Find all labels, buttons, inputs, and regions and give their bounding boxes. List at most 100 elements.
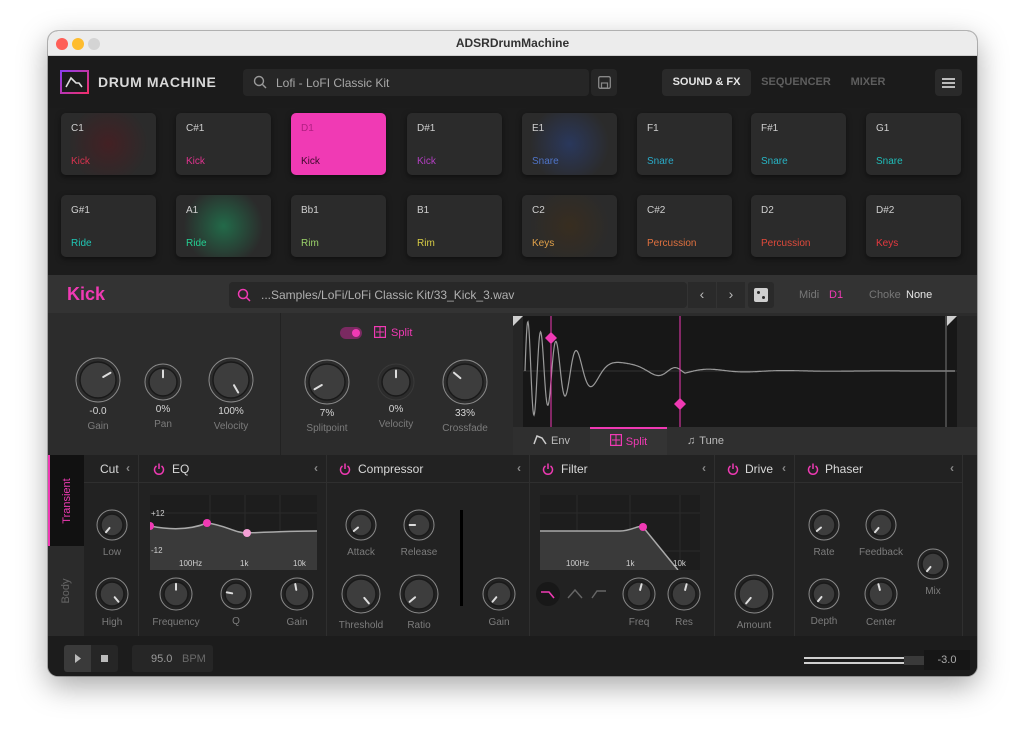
knob-compressor-attack[interactable]: Attack [344, 508, 378, 558]
knob-dial [144, 363, 182, 401]
drum-pad[interactable]: E1 Snare [522, 113, 617, 175]
collapse-chevron-icon[interactable]: ‹ [126, 461, 130, 475]
knob-phaser-depth[interactable]: Depth [807, 577, 841, 627]
filter-title: Filter [561, 462, 588, 476]
drum-pad[interactable]: F#1 Snare [751, 113, 846, 175]
choke-value[interactable]: None [906, 289, 932, 301]
knob-filter-res[interactable]: Res [666, 576, 702, 628]
tab-mixer[interactable]: MIXER [843, 69, 893, 96]
knob-split-crossfade[interactable]: 33% Crossfade [441, 358, 489, 434]
hamburger-icon-line [942, 86, 955, 88]
drum-pad[interactable]: D1 Kick [291, 113, 386, 175]
meter-bar-left [804, 657, 916, 659]
tab-sound-fx[interactable]: SOUND & FX [662, 69, 751, 96]
output-level-value[interactable]: -3.0 [924, 650, 970, 670]
knob-eq-frequency[interactable]: Frequency [152, 576, 200, 628]
lowpass-button[interactable] [536, 582, 560, 606]
play-button[interactable] [64, 645, 91, 672]
pad-note: D#2 [876, 205, 895, 216]
knob-cut-low[interactable]: Low [95, 508, 129, 558]
bpm-field[interactable]: 95.0 BPM [132, 645, 213, 672]
drum-pad[interactable]: A1 Ride [176, 195, 271, 257]
end-marker [947, 316, 957, 326]
title-bar: ADSRDrumMachine [48, 31, 977, 56]
menu-button[interactable] [935, 69, 962, 96]
drum-pad[interactable]: D#1 Kick [407, 113, 502, 175]
drum-pad[interactable]: B1 Rim [407, 195, 502, 257]
knob-split-splitpoint[interactable]: 7% Splitpoint [303, 358, 351, 434]
knob-eq-gain[interactable]: Gain [279, 576, 315, 628]
waveform-display[interactable] [513, 316, 957, 428]
knob-dial [399, 574, 439, 614]
drum-pad[interactable]: F1 Snare [637, 113, 732, 175]
drum-pad[interactable]: D2 Percussion [751, 195, 846, 257]
output-meter[interactable] [804, 656, 924, 666]
knob-filter-freq[interactable]: Freq [621, 576, 657, 628]
collapse-chevron-icon[interactable]: ‹ [517, 461, 521, 475]
drum-pad[interactable]: D#2 Keys [866, 195, 961, 257]
sample-path-input[interactable]: ...Samples/LoFi/LoFi Classic Kit/33_Kick… [229, 282, 687, 308]
knob-cut-high[interactable]: High [94, 576, 130, 628]
knob-dial [96, 509, 128, 541]
knob-compressor-gain[interactable]: Gain [481, 576, 517, 628]
collapse-chevron-icon[interactable]: ‹ [702, 461, 706, 475]
split-icon [374, 326, 386, 338]
split-label: Split [391, 327, 413, 339]
knob-phaser-rate[interactable]: Rate [807, 508, 841, 558]
envelope-icon [533, 435, 547, 445]
power-icon[interactable] [542, 463, 554, 475]
power-icon[interactable] [727, 463, 739, 475]
pad-note: E1 [532, 123, 545, 134]
highpass-icon[interactable] [590, 586, 608, 600]
collapse-chevron-icon[interactable]: ‹ [314, 461, 318, 475]
collapse-chevron-icon[interactable]: ‹ [782, 461, 786, 475]
knob-compressor-threshold[interactable]: Threshold [339, 573, 383, 631]
transport-bar: 95.0 BPM -3.0 [48, 636, 977, 676]
knob-pan[interactable]: 0% Pan [143, 362, 183, 430]
next-sample-button[interactable]: › [717, 282, 745, 308]
knob-eq-q[interactable]: Q [219, 577, 253, 627]
eq-graph[interactable] [150, 495, 317, 570]
drum-pad[interactable]: C1 Kick [61, 113, 156, 175]
tab-env[interactable]: Env [513, 427, 590, 455]
drum-pad[interactable]: C#2 Percussion [637, 195, 732, 257]
brand-name: DRUM MACHINE [98, 74, 217, 90]
knob-compressor-release[interactable]: Release [401, 508, 437, 558]
random-sample-button[interactable] [748, 282, 774, 308]
drum-pad[interactable]: C#1 Kick [176, 113, 271, 175]
previous-sample-button[interactable]: ‹ [688, 282, 716, 308]
tab-split[interactable]: Split [590, 427, 667, 455]
knob-dial [345, 509, 377, 541]
split-toggle[interactable] [340, 327, 362, 339]
knob-compressor-ratio[interactable]: Ratio [398, 573, 440, 631]
midi-note-value[interactable]: D1 [829, 289, 843, 301]
power-icon[interactable] [339, 463, 351, 475]
power-icon[interactable] [153, 463, 165, 475]
tab-tune[interactable]: ♫ Tune [667, 427, 744, 455]
bandpass-icon[interactable] [566, 586, 584, 600]
power-icon[interactable] [807, 463, 819, 475]
tab-transient[interactable]: Transient [48, 455, 84, 546]
filter-label-x: 100Hz [566, 559, 590, 568]
collapse-chevron-icon[interactable]: ‹ [950, 461, 954, 475]
drum-pad[interactable]: G#1 Ride [61, 195, 156, 257]
split-icon [609, 434, 622, 447]
stop-button[interactable] [91, 645, 118, 672]
knob-gain[interactable]: -0.0 Gain [74, 356, 122, 432]
pad-note: A1 [186, 205, 199, 216]
drum-pad[interactable]: G1 Snare [866, 113, 961, 175]
lowpass-icon [541, 591, 555, 599]
knob-split-velocity[interactable]: 0% Velocity [376, 362, 416, 430]
kit-search-input[interactable]: Lofi - LoFI Classic Kit [243, 69, 589, 96]
knob-drive-amount[interactable]: Amount [733, 573, 775, 631]
knob-velocity[interactable]: 100% Velocity [207, 356, 255, 432]
knob-phaser-mix[interactable]: Mix [916, 547, 950, 597]
knob-phaser-center[interactable]: Center [863, 576, 899, 628]
save-kit-button[interactable] [591, 69, 617, 96]
tab-sequencer[interactable]: SEQUENCER [756, 69, 836, 96]
drum-pad[interactable]: Bb1 Rim [291, 195, 386, 257]
tab-body-label: Body [60, 578, 72, 604]
drum-pad[interactable]: C2 Keys [522, 195, 617, 257]
knob-phaser-feedback[interactable]: Feedback [859, 508, 903, 558]
gain-reduction-meter [460, 510, 463, 606]
